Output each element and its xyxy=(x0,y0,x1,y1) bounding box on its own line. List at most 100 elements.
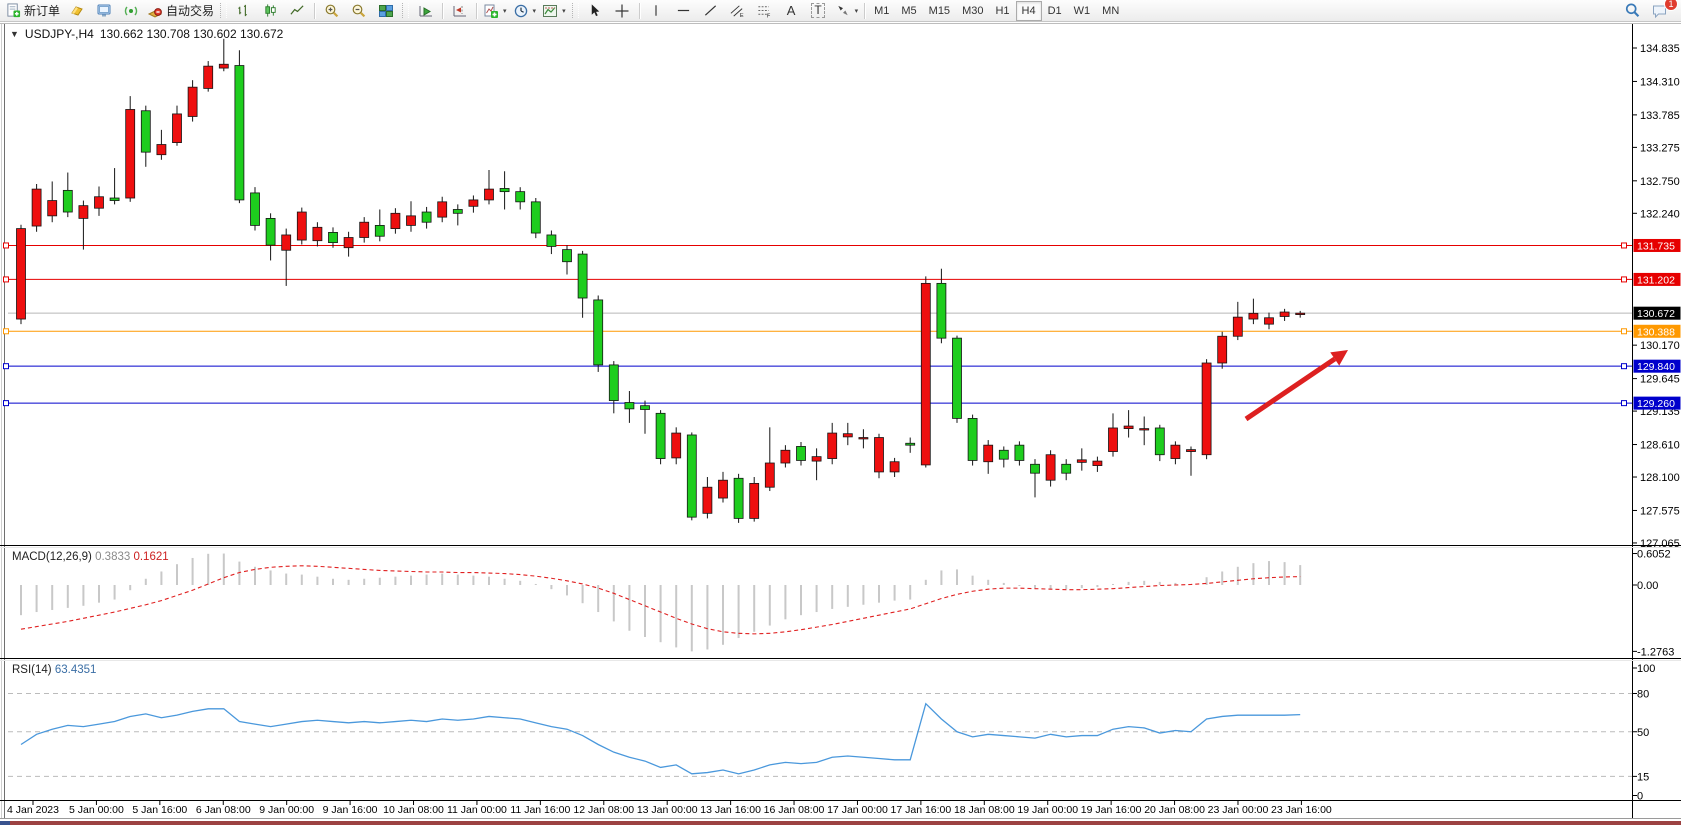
toolbar-separator xyxy=(314,3,315,19)
dropdown-arrow-icon: ▾ xyxy=(562,7,566,15)
clock-icon xyxy=(513,3,529,19)
svg-text:9 Jan 16:00: 9 Jan 16:00 xyxy=(323,804,378,816)
bar-chart-mode-button[interactable] xyxy=(230,0,257,21)
svg-text:132.240: 132.240 xyxy=(1640,208,1680,220)
svg-text:0.00: 0.00 xyxy=(1637,580,1658,592)
svg-text:11 Jan 16:00: 11 Jan 16:00 xyxy=(510,804,570,816)
dropdown-arrow-icon: ▾ xyxy=(503,7,507,15)
auto-scroll-icon xyxy=(418,3,434,19)
svg-text:131.202: 131.202 xyxy=(1637,274,1675,286)
ohlc-bars-icon xyxy=(236,3,251,18)
line-chart-mode-button[interactable] xyxy=(284,0,311,21)
trendline-tool-button[interactable] xyxy=(697,0,724,21)
svg-text:134.310: 134.310 xyxy=(1640,76,1680,88)
crosshair-icon xyxy=(614,3,630,19)
auto-trading-icon xyxy=(147,3,163,19)
svg-text:9 Jan 00:00: 9 Jan 00:00 xyxy=(259,804,314,816)
toolbar-grip xyxy=(572,3,579,18)
arrows-tool-button[interactable]: ▾ xyxy=(832,0,862,21)
svg-text:128.100: 128.100 xyxy=(1640,472,1680,484)
timeframe-w1[interactable]: W1 xyxy=(1068,1,1097,21)
monitor-icon xyxy=(96,3,112,19)
svg-text:19 Jan 00:00: 19 Jan 00:00 xyxy=(1017,804,1078,816)
templates-button[interactable]: ▾ xyxy=(539,0,569,21)
vertical-line-tool-button[interactable] xyxy=(643,0,670,21)
text-label-tool-icon: T xyxy=(811,3,824,18)
notifications-button[interactable]: 1 xyxy=(1646,0,1673,21)
text-label-tool-button[interactable]: T xyxy=(805,0,832,21)
fibonacci-icon: F xyxy=(756,3,772,18)
indicators-icon xyxy=(483,3,499,19)
horizontal-line-tool-button[interactable] xyxy=(670,0,697,21)
quotes-button[interactable] xyxy=(63,0,90,21)
dropdown-arrow-icon: ▾ xyxy=(855,7,859,15)
text-tool-icon: A xyxy=(787,3,796,18)
search-icon xyxy=(1624,2,1641,19)
signals-button[interactable] xyxy=(117,0,144,21)
svg-text:F: F xyxy=(767,14,771,18)
timeframe-m15[interactable]: M15 xyxy=(923,1,956,21)
timeframe-h4[interactable]: H4 xyxy=(1016,1,1042,21)
tile-windows-icon xyxy=(378,3,394,19)
svg-text:131.735: 131.735 xyxy=(1637,240,1675,252)
svg-text:10 Jan 08:00: 10 Jan 08:00 xyxy=(383,804,444,816)
line-chart-icon xyxy=(290,3,305,18)
svg-text:50: 50 xyxy=(1637,727,1649,739)
chart-shift-button[interactable] xyxy=(446,0,473,21)
zoom-out-button[interactable] xyxy=(345,0,372,21)
svg-text:100: 100 xyxy=(1637,663,1655,675)
price-chart-canvas[interactable]: 134.835134.310133.785133.275132.750132.2… xyxy=(0,0,1681,826)
candlestick-icon xyxy=(263,3,278,18)
svg-text:5 Jan 16:00: 5 Jan 16:00 xyxy=(132,804,187,816)
timeframe-m1[interactable]: M1 xyxy=(868,1,895,21)
svg-text:13 Jan 00:00: 13 Jan 00:00 xyxy=(637,804,698,816)
channel-tool-button[interactable]: E xyxy=(724,0,751,21)
timeframe-m5[interactable]: M5 xyxy=(895,1,922,21)
toolbar-grip xyxy=(402,3,409,18)
toolbar-separator xyxy=(864,3,865,19)
tile-windows-button[interactable] xyxy=(372,0,399,21)
svg-text:20 Jan 08:00: 20 Jan 08:00 xyxy=(1144,804,1205,816)
zoom-in-icon xyxy=(324,3,340,19)
market-watch-button[interactable] xyxy=(90,0,117,21)
new-order-button[interactable]: 新订单 xyxy=(3,0,63,21)
collapse-triangle-icon[interactable]: ▼ xyxy=(10,29,19,39)
crosshair-tool-button[interactable] xyxy=(609,0,636,21)
signal-icon xyxy=(123,3,139,19)
text-tool-button[interactable]: A xyxy=(778,0,805,21)
cursor-tool-button[interactable] xyxy=(582,0,609,21)
dropdown-arrow-icon: ▾ xyxy=(533,7,537,15)
svg-text:128.610: 128.610 xyxy=(1640,440,1680,452)
indicators-button[interactable]: ▾ xyxy=(480,0,510,21)
svg-text:127.575: 127.575 xyxy=(1640,505,1680,517)
svg-text:129.260: 129.260 xyxy=(1637,398,1675,410)
arrow-objects-icon xyxy=(835,3,851,18)
equidistant-channel-icon: E xyxy=(729,3,745,18)
trendline-icon xyxy=(703,3,718,18)
timeframe-mn[interactable]: MN xyxy=(1096,1,1125,21)
timeframe-d1[interactable]: D1 xyxy=(1042,1,1068,21)
timeframe-m30[interactable]: M30 xyxy=(956,1,989,21)
timeframe-h1[interactable]: H1 xyxy=(989,1,1015,21)
fibonacci-tool-button[interactable]: F xyxy=(751,0,778,21)
new-order-label: 新订单 xyxy=(24,2,60,19)
auto-scroll-button[interactable] xyxy=(412,0,439,21)
search-button[interactable] xyxy=(1619,0,1646,21)
chart-shift-icon xyxy=(452,3,468,19)
svg-text:130.170: 130.170 xyxy=(1640,340,1680,352)
svg-text:RSI(14) 63.4351: RSI(14) 63.4351 xyxy=(12,664,96,676)
svg-text:13 Jan 16:00: 13 Jan 16:00 xyxy=(700,804,761,816)
svg-text:17 Jan 16:00: 17 Jan 16:00 xyxy=(891,804,952,816)
auto-trading-button[interactable]: 自动交易 xyxy=(144,0,217,21)
svg-text:130.672: 130.672 xyxy=(1637,308,1675,320)
svg-text:0: 0 xyxy=(1637,791,1643,803)
svg-text:132.750: 132.750 xyxy=(1640,176,1680,188)
svg-text:6 Jan 08:00: 6 Jan 08:00 xyxy=(196,804,251,816)
zoom-in-button[interactable] xyxy=(318,0,345,21)
candlestick-mode-button[interactable] xyxy=(257,0,284,21)
periods-button[interactable]: ▾ xyxy=(510,0,540,21)
svg-text:18 Jan 08:00: 18 Jan 08:00 xyxy=(954,804,1015,816)
toolbar-separator xyxy=(442,3,443,19)
toolbar-separator xyxy=(476,3,477,19)
notification-badge: 1 xyxy=(1664,0,1678,11)
